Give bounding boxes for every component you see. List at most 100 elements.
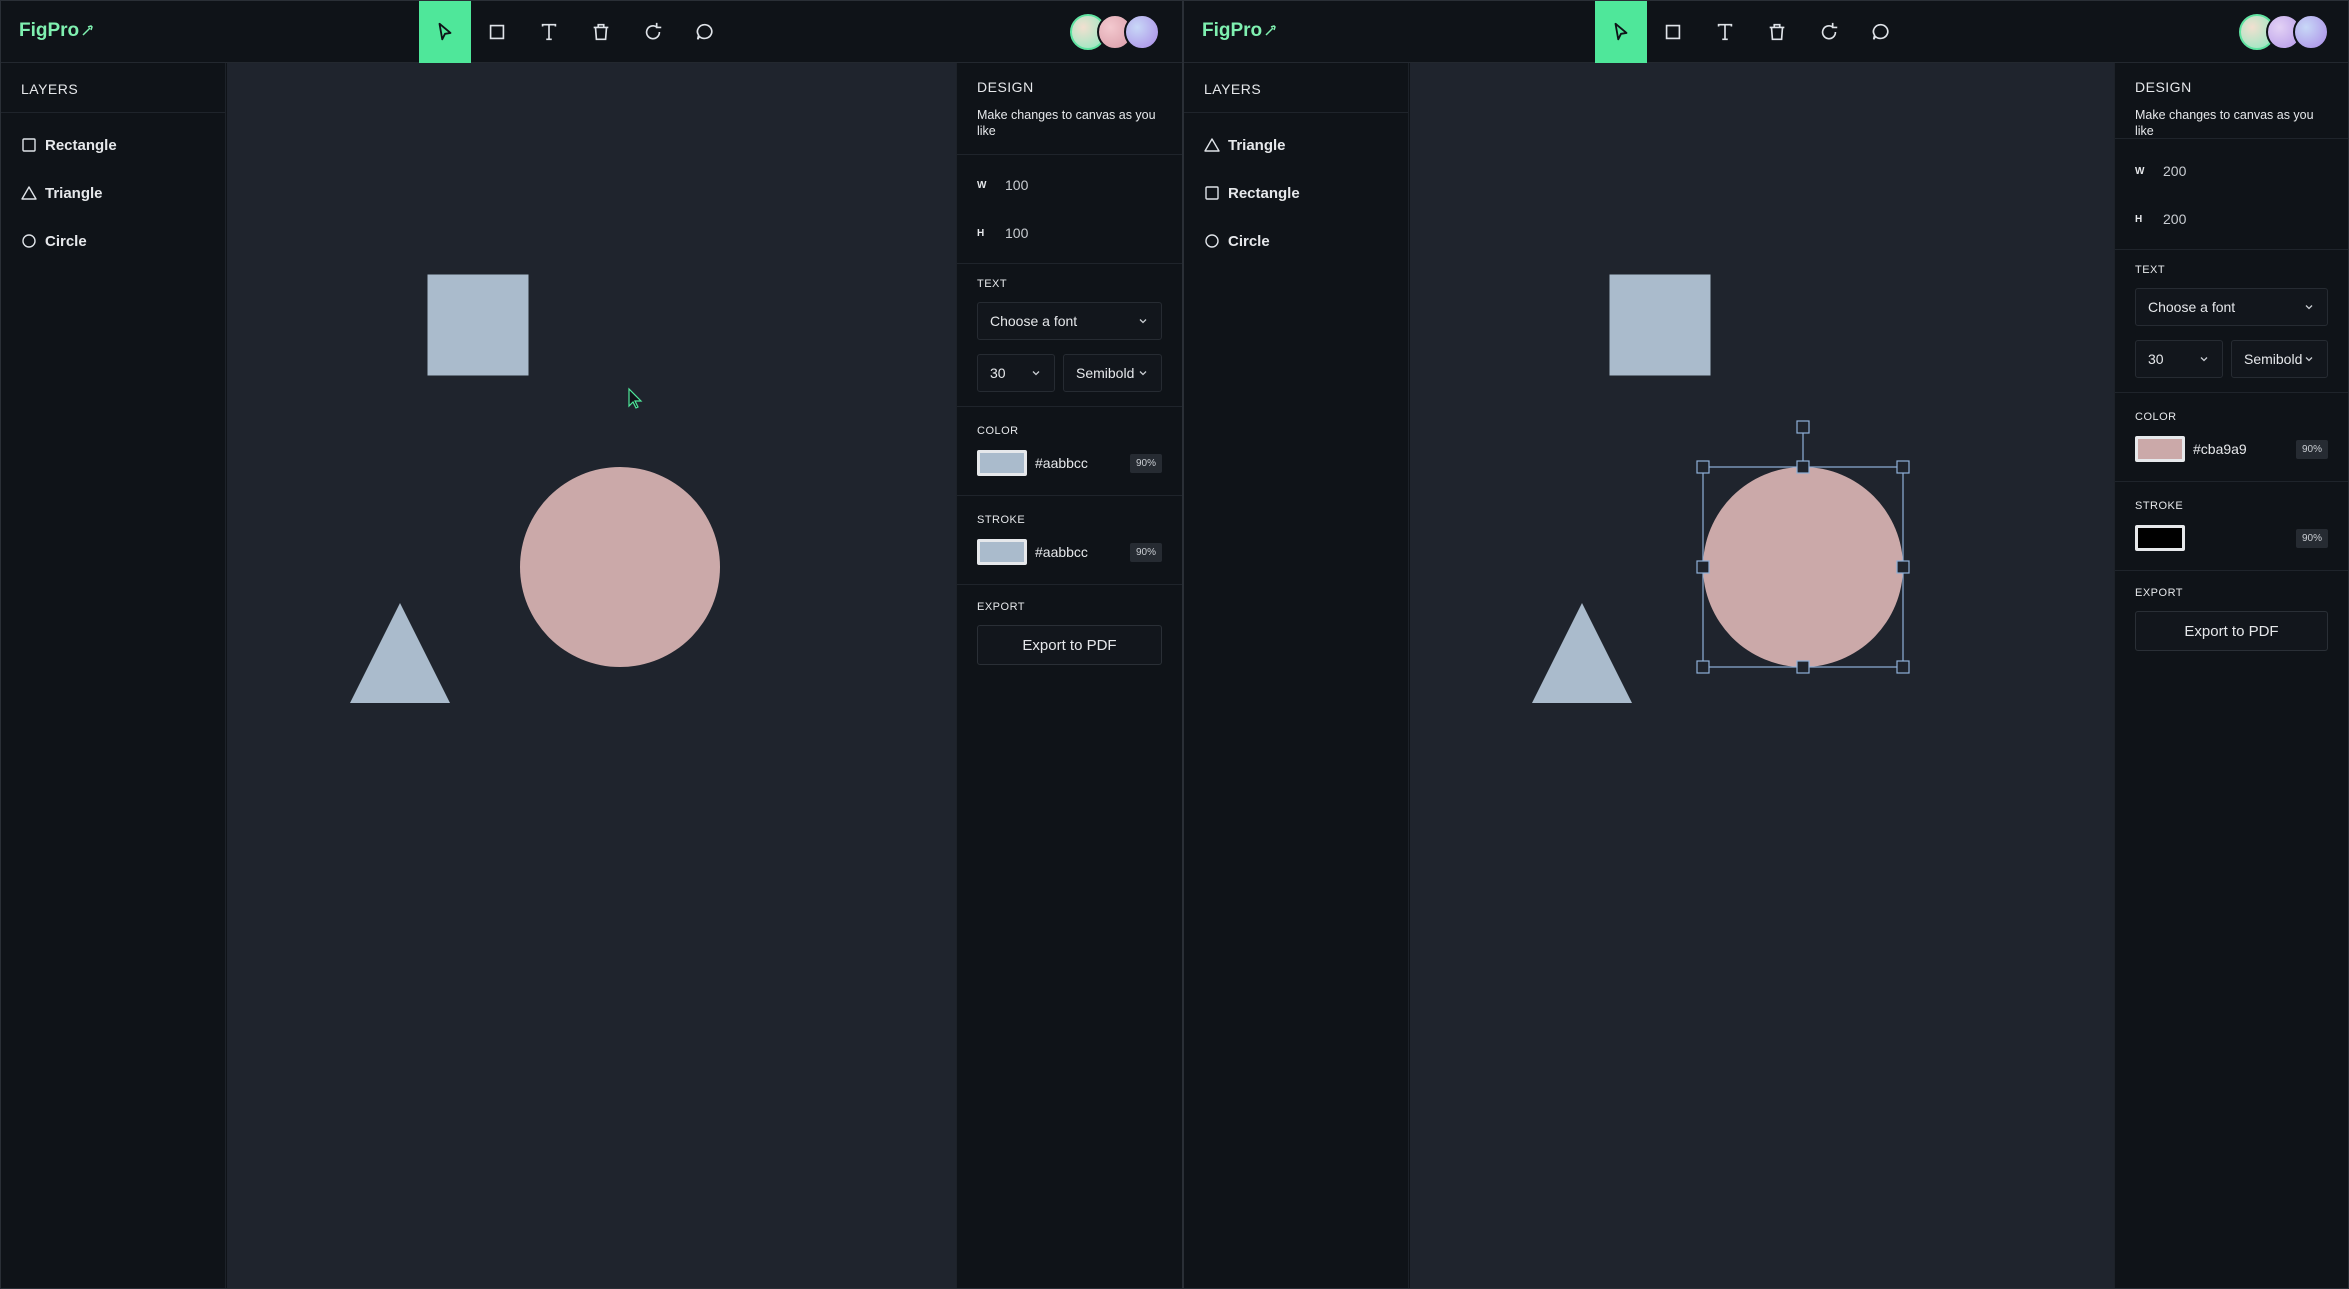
canvas[interactable] [1410, 63, 2114, 1288]
layer-item-circle[interactable]: Circle [1, 217, 225, 265]
text-section: TEXT Choose a font 30 Semibold [2115, 250, 2348, 393]
collaborator-avatars [1070, 14, 1160, 50]
stroke-section: STROKE 90% [2115, 482, 2348, 571]
circle-shape[interactable] [1703, 467, 1903, 667]
comment-tool-button[interactable] [1855, 1, 1907, 63]
text-tool-button[interactable] [523, 1, 575, 63]
stroke-opacity[interactable]: 90% [2295, 528, 2328, 548]
resize-handle-top-right[interactable] [1896, 460, 1910, 474]
canvas[interactable] [227, 63, 956, 1288]
rotate-icon [645, 22, 662, 40]
width-value[interactable]: 200 [2163, 163, 2186, 179]
circle-icon [22, 234, 36, 248]
trash-icon [1769, 23, 1785, 41]
resize-handle-bottom-right[interactable] [1896, 660, 1910, 674]
square-icon [489, 24, 505, 40]
triangle-icon [1204, 138, 1220, 152]
height-value[interactable]: 200 [2163, 211, 2186, 227]
color-swatch[interactable] [2135, 436, 2185, 462]
avatar[interactable] [2293, 14, 2329, 50]
select-tool-button[interactable] [419, 1, 471, 63]
text-section: TEXT Choose a font 30 Semibold [957, 264, 1182, 407]
height-key: H [2135, 213, 2143, 225]
triangle-shape[interactable] [1532, 603, 1632, 703]
resize-handle-bottom-left[interactable] [1696, 660, 1710, 674]
layer-item-triangle[interactable]: Triangle [1, 169, 225, 217]
text-icon [541, 23, 557, 41]
export-pdf-button[interactable]: Export to PDF [2135, 611, 2328, 651]
rectangle-shape[interactable] [1609, 274, 1711, 376]
cursor-icon [1614, 22, 1628, 41]
design-description: Make changes to canvas as you like [977, 108, 1156, 138]
color-hex[interactable]: #aabbcc [1035, 455, 1130, 471]
layer-item-rectangle[interactable]: Rectangle [1, 121, 225, 169]
left-pane: FigPro LAYERS Rectangle Triangle Circle … [0, 0, 1183, 1289]
font-size-select[interactable]: 30 [977, 354, 1055, 392]
resize-handle-top-left[interactable] [1696, 460, 1710, 474]
square-icon [1665, 24, 1681, 40]
triangle-shape[interactable] [350, 603, 450, 703]
color-section: COLOR #cba9a9 90% [2115, 393, 2348, 482]
comment-tool-button[interactable] [679, 1, 731, 63]
layer-item-triangle[interactable]: Triangle [1184, 121, 1408, 169]
chevron-down-icon [1032, 371, 1040, 376]
text-tool-button[interactable] [1699, 1, 1751, 63]
width-value[interactable]: 100 [1005, 177, 1028, 193]
rotate-handle[interactable] [1796, 420, 1810, 434]
rectangle-shape[interactable] [427, 274, 529, 376]
chevron-down-icon [2305, 357, 2313, 362]
color-hex[interactable]: #cba9a9 [2193, 441, 2296, 457]
stroke-hex[interactable]: #aabbcc [1035, 544, 1130, 560]
stroke-opacity[interactable]: 90% [1129, 542, 1162, 562]
rectangle-tool-button[interactable] [471, 1, 523, 63]
tool-group [1595, 1, 1907, 63]
design-header: DESIGN Make changes to canvas as you lik… [957, 63, 1182, 155]
circle-shape[interactable] [520, 467, 720, 667]
width-field[interactable]: W 200 [2135, 147, 2328, 195]
brush-icon [1265, 25, 1277, 36]
font-weight-select[interactable]: Semibold [2231, 340, 2328, 378]
rectangle-tool-button[interactable] [1647, 1, 1699, 63]
reset-tool-button[interactable] [627, 1, 679, 63]
export-pdf-button[interactable]: Export to PDF [977, 625, 1162, 665]
delete-tool-button[interactable] [1751, 1, 1803, 63]
delete-tool-button[interactable] [575, 1, 627, 63]
font-family-select[interactable]: Choose a font [977, 302, 1162, 340]
stroke-swatch[interactable] [977, 539, 1027, 565]
stroke-section: STROKE #aabbcc 90% [957, 496, 1182, 585]
layer-item-circle[interactable]: Circle [1184, 217, 1408, 265]
chat-bubble-icon [696, 23, 713, 40]
font-family-value: Choose a font [990, 313, 1078, 329]
font-size-select[interactable]: 30 [2135, 340, 2223, 378]
design-title: DESIGN [2135, 79, 2192, 95]
stroke-swatch[interactable] [2135, 525, 2185, 551]
mouse-cursor-icon [628, 387, 643, 409]
width-field[interactable]: W 100 [977, 161, 1162, 209]
color-opacity[interactable]: 90% [1129, 453, 1162, 473]
design-panel: DESIGN Make changes to canvas as you lik… [956, 63, 1182, 1288]
layer-item-rectangle[interactable]: Rectangle [1184, 169, 1408, 217]
resize-handle-left[interactable] [1696, 560, 1710, 574]
layer-label: Rectangle [1228, 184, 1300, 202]
height-field[interactable]: H 200 [2135, 195, 2328, 243]
color-swatch[interactable] [977, 450, 1027, 476]
resize-handle-top[interactable] [1796, 460, 1810, 474]
collaborator-avatars [2239, 14, 2329, 50]
resize-handle-bottom[interactable] [1796, 660, 1810, 674]
resize-handle-right[interactable] [1896, 560, 1910, 574]
reset-tool-button[interactable] [1803, 1, 1855, 63]
avatar[interactable] [1124, 14, 1160, 50]
select-tool-button[interactable] [1595, 1, 1647, 63]
height-value[interactable]: 100 [1005, 225, 1028, 241]
design-description: Make changes to canvas as you like [2135, 108, 2314, 138]
trash-icon [593, 23, 609, 41]
font-family-select[interactable]: Choose a font [2135, 288, 2328, 326]
export-section: EXPORT Export to PDF [2115, 571, 2348, 667]
layer-label: Triangle [45, 184, 103, 202]
layer-label: Circle [45, 232, 87, 250]
height-field[interactable]: H 100 [977, 209, 1162, 257]
color-opacity[interactable]: 90% [2295, 439, 2328, 459]
logo-text: FigPro [19, 20, 80, 41]
font-weight-select[interactable]: Semibold [1063, 354, 1162, 392]
layer-label: Rectangle [45, 136, 117, 154]
